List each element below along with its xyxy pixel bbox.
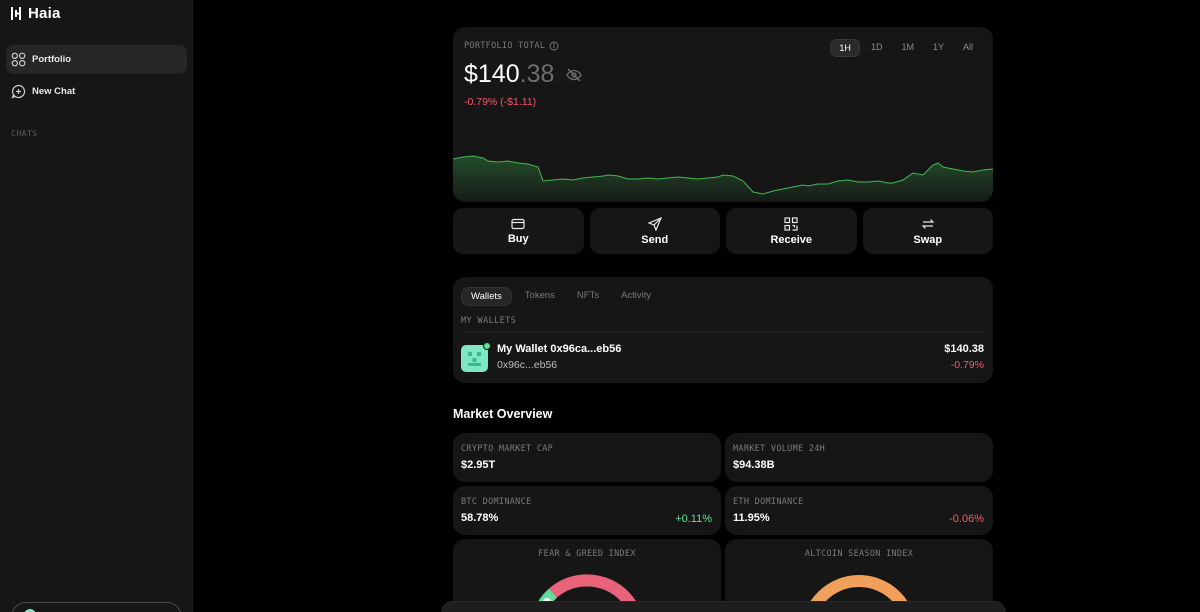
- hide-balance-icon[interactable]: [566, 68, 583, 82]
- stat-market-volume: MARKET VOLUME 24H $94.38B: [725, 433, 993, 482]
- buy-button[interactable]: Buy: [453, 208, 584, 254]
- stat-label: MARKET VOLUME 24H: [733, 444, 826, 454]
- tab-nfts[interactable]: NFTs: [568, 287, 608, 306]
- portfolio-value: $140.38: [464, 60, 583, 89]
- stat-value: 58.78%: [461, 512, 499, 524]
- range-tab-1d[interactable]: 1D: [863, 39, 891, 57]
- stat-label: BTC DOMINANCE: [461, 497, 532, 507]
- card-icon: [511, 218, 525, 229]
- portfolio-value-int: $140: [464, 60, 520, 88]
- portfolio-value-dec: .38: [519, 60, 555, 88]
- stat-change: +0.11%: [675, 513, 712, 525]
- stat-change: -0.06%: [949, 513, 984, 525]
- grid-icon: [11, 52, 26, 67]
- wallet-name: My Wallet 0x96ca...eb56: [497, 343, 622, 355]
- wallet-value: $140.38: [944, 343, 984, 355]
- tab-activity[interactable]: Activity: [612, 287, 660, 306]
- stat-value: $94.38B: [733, 459, 775, 471]
- tab-wallets[interactable]: Wallets: [461, 287, 512, 306]
- stat-value: 11.95%: [733, 512, 770, 524]
- sidebar-item-label: Portfolio: [32, 54, 72, 65]
- gauge-label: FEAR & GREED INDEX: [538, 549, 636, 559]
- wallets-card: Wallets Tokens NFTs Activity MY WALLETS …: [453, 277, 993, 383]
- action-buttons: Buy Send Receive Swap: [453, 208, 993, 254]
- chats-section-label: CHATS: [11, 129, 38, 138]
- send-label: Send: [641, 233, 669, 246]
- wallet-tabs: Wallets Tokens NFTs Activity: [461, 287, 660, 306]
- info-icon[interactable]: [549, 41, 559, 51]
- new-chat-icon: [11, 84, 26, 99]
- wallet-change: -0.79%: [950, 359, 984, 371]
- sidebar-item-portfolio[interactable]: Portfolio: [6, 45, 187, 74]
- app-logo[interactable]: Haia: [11, 5, 61, 22]
- divider: [461, 332, 985, 333]
- stat-crypto-market-cap: CRYPTO MARKET CAP $2.95T: [453, 433, 721, 482]
- account-pill[interactable]: [11, 602, 182, 612]
- receive-label: Receive: [770, 233, 813, 246]
- swap-button[interactable]: Swap: [862, 208, 993, 254]
- my-wallets-label: MY WALLETS: [461, 316, 517, 326]
- range-tab-all[interactable]: All: [955, 39, 981, 57]
- portfolio-change: -0.79% (-$1.11): [464, 96, 537, 108]
- chat-input-bar[interactable]: [441, 601, 1006, 612]
- wallet-row[interactable]: My Wallet 0x96ca...eb56 0x96c...eb56 $14…: [461, 342, 984, 373]
- app-name: Haia: [28, 5, 61, 22]
- sidebar: Haia Portfolio New Chat CHATS: [0, 0, 193, 612]
- market-overview-title: Market Overview: [453, 407, 553, 421]
- range-tab-1y[interactable]: 1Y: [925, 39, 952, 57]
- wallet-avatar: [461, 342, 491, 372]
- sidebar-item-new-chat[interactable]: New Chat: [6, 77, 187, 106]
- online-status-dot: [483, 342, 491, 350]
- stat-btc-dominance: BTC DOMINANCE 58.78% +0.11%: [453, 486, 721, 535]
- portfolio-card: PORTFOLIO TOTAL 1H 1D 1M 1Y All $140.38 …: [453, 27, 993, 202]
- wallet-address: 0x96c...eb56: [497, 359, 558, 371]
- range-tab-1h[interactable]: 1H: [830, 39, 860, 57]
- haia-logo-icon: [11, 7, 21, 20]
- portfolio-sparkline: [453, 155, 993, 202]
- qr-icon: [784, 216, 798, 231]
- send-icon: [647, 216, 662, 231]
- send-button[interactable]: Send: [589, 208, 720, 254]
- portfolio-label: PORTFOLIO TOTAL: [464, 41, 559, 51]
- swap-icon: [921, 218, 935, 229]
- buy-label: Buy: [507, 232, 529, 245]
- range-tab-1m[interactable]: 1M: [893, 39, 922, 57]
- stat-label: CRYPTO MARKET CAP: [461, 444, 554, 454]
- range-tabs: 1H 1D 1M 1Y All: [830, 39, 981, 57]
- sidebar-item-label: New Chat: [32, 86, 76, 97]
- swap-label: Swap: [913, 233, 943, 246]
- stat-label: ETH DOMINANCE: [733, 497, 804, 507]
- tab-tokens[interactable]: Tokens: [516, 287, 564, 306]
- gauge-label: ALTCOIN SEASON INDEX: [804, 549, 914, 559]
- portfolio-label-text: PORTFOLIO TOTAL: [464, 41, 546, 51]
- receive-button[interactable]: Receive: [726, 208, 857, 254]
- stat-value: $2.95T: [461, 459, 496, 471]
- stat-eth-dominance: ETH DOMINANCE 11.95% -0.06%: [725, 486, 993, 535]
